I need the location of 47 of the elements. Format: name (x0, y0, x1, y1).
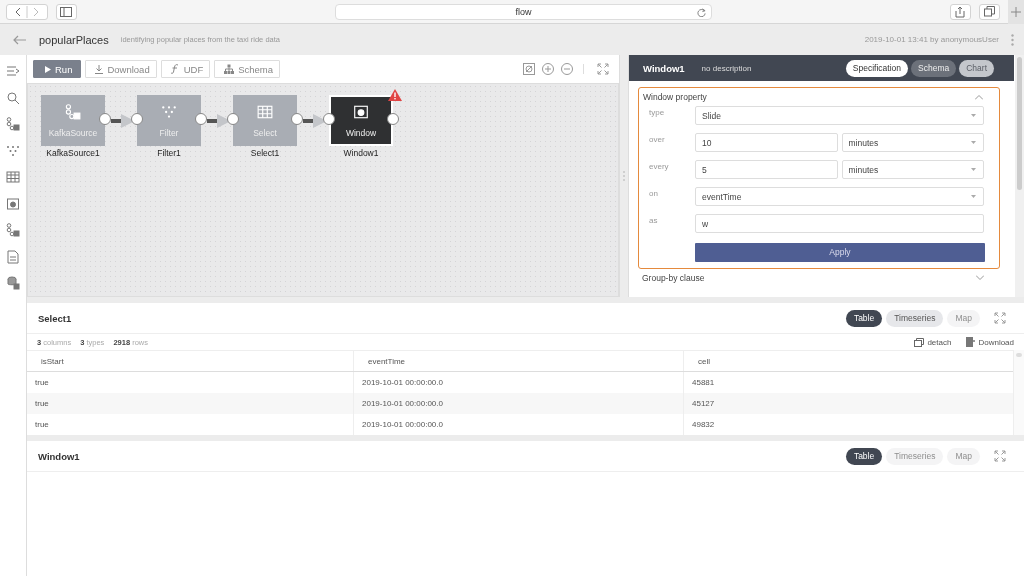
panel-tab[interactable]: Specification (845, 59, 908, 77)
input-field[interactable]: 10 (695, 133, 838, 152)
node-name: Filter1 (157, 148, 181, 158)
udf-button[interactable]: UDF (160, 60, 211, 78)
schema-button[interactable]: Schema (214, 60, 281, 78)
result-title: Window1 (38, 450, 80, 462)
modified-info: 2019-10-01 13:41 by anonymousUser (864, 35, 999, 44)
detach-link[interactable]: detach (914, 337, 952, 347)
input-field[interactable]: 5 (695, 160, 838, 179)
table-cell: 2019-10-01 00:00:00.0 (353, 393, 684, 414)
dropdown[interactable]: minutes (841, 133, 984, 152)
field-label: on (648, 188, 659, 198)
field-label: type (648, 107, 666, 117)
column-header[interactable]: cell (683, 350, 1013, 372)
table-cell: 45127 (683, 393, 1013, 414)
view-tab[interactable]: Timeseries (886, 309, 944, 327)
table-cell: true (27, 414, 354, 435)
view-tab[interactable]: Table (845, 309, 883, 327)
view-tab[interactable]: Table (845, 447, 883, 465)
panel-description: no description (701, 63, 752, 73)
node-card[interactable]: Window (329, 95, 393, 146)
field-label: over (648, 134, 666, 144)
section-title[interactable]: Group-by clause (642, 272, 705, 283)
result-title: Select1 (38, 312, 72, 324)
table-cell: true (27, 371, 354, 393)
download-button[interactable]: Download (85, 60, 157, 78)
project-title: popularPlaces (39, 33, 109, 46)
dropdown[interactable]: Slide (695, 106, 984, 125)
column-header[interactable]: eventTime (353, 350, 684, 372)
field-label: every (648, 161, 670, 171)
column-header[interactable]: isStart (27, 350, 354, 372)
panel-tab[interactable]: Schema (911, 59, 957, 77)
download-link[interactable]: Download (966, 337, 1014, 347)
dropdown[interactable]: eventTime (695, 187, 984, 206)
run-button[interactable]: Run (33, 60, 82, 78)
dropdown[interactable]: minutes (841, 160, 984, 179)
node-name: KafkaSource1 (46, 148, 100, 158)
panel-title: Window1 (643, 62, 685, 74)
table-cell: 2019-10-01 00:00:00.0 (353, 414, 684, 435)
apply-button[interactable]: Apply (695, 242, 985, 262)
field-label: as (648, 215, 659, 225)
input-field[interactable]: w (695, 214, 984, 233)
node-name: Select1 (250, 148, 280, 158)
node-name: Window1 (343, 148, 379, 158)
table-cell: true (27, 393, 354, 414)
address-bar[interactable]: flow (334, 3, 713, 20)
section-title[interactable]: Window property (643, 92, 707, 102)
